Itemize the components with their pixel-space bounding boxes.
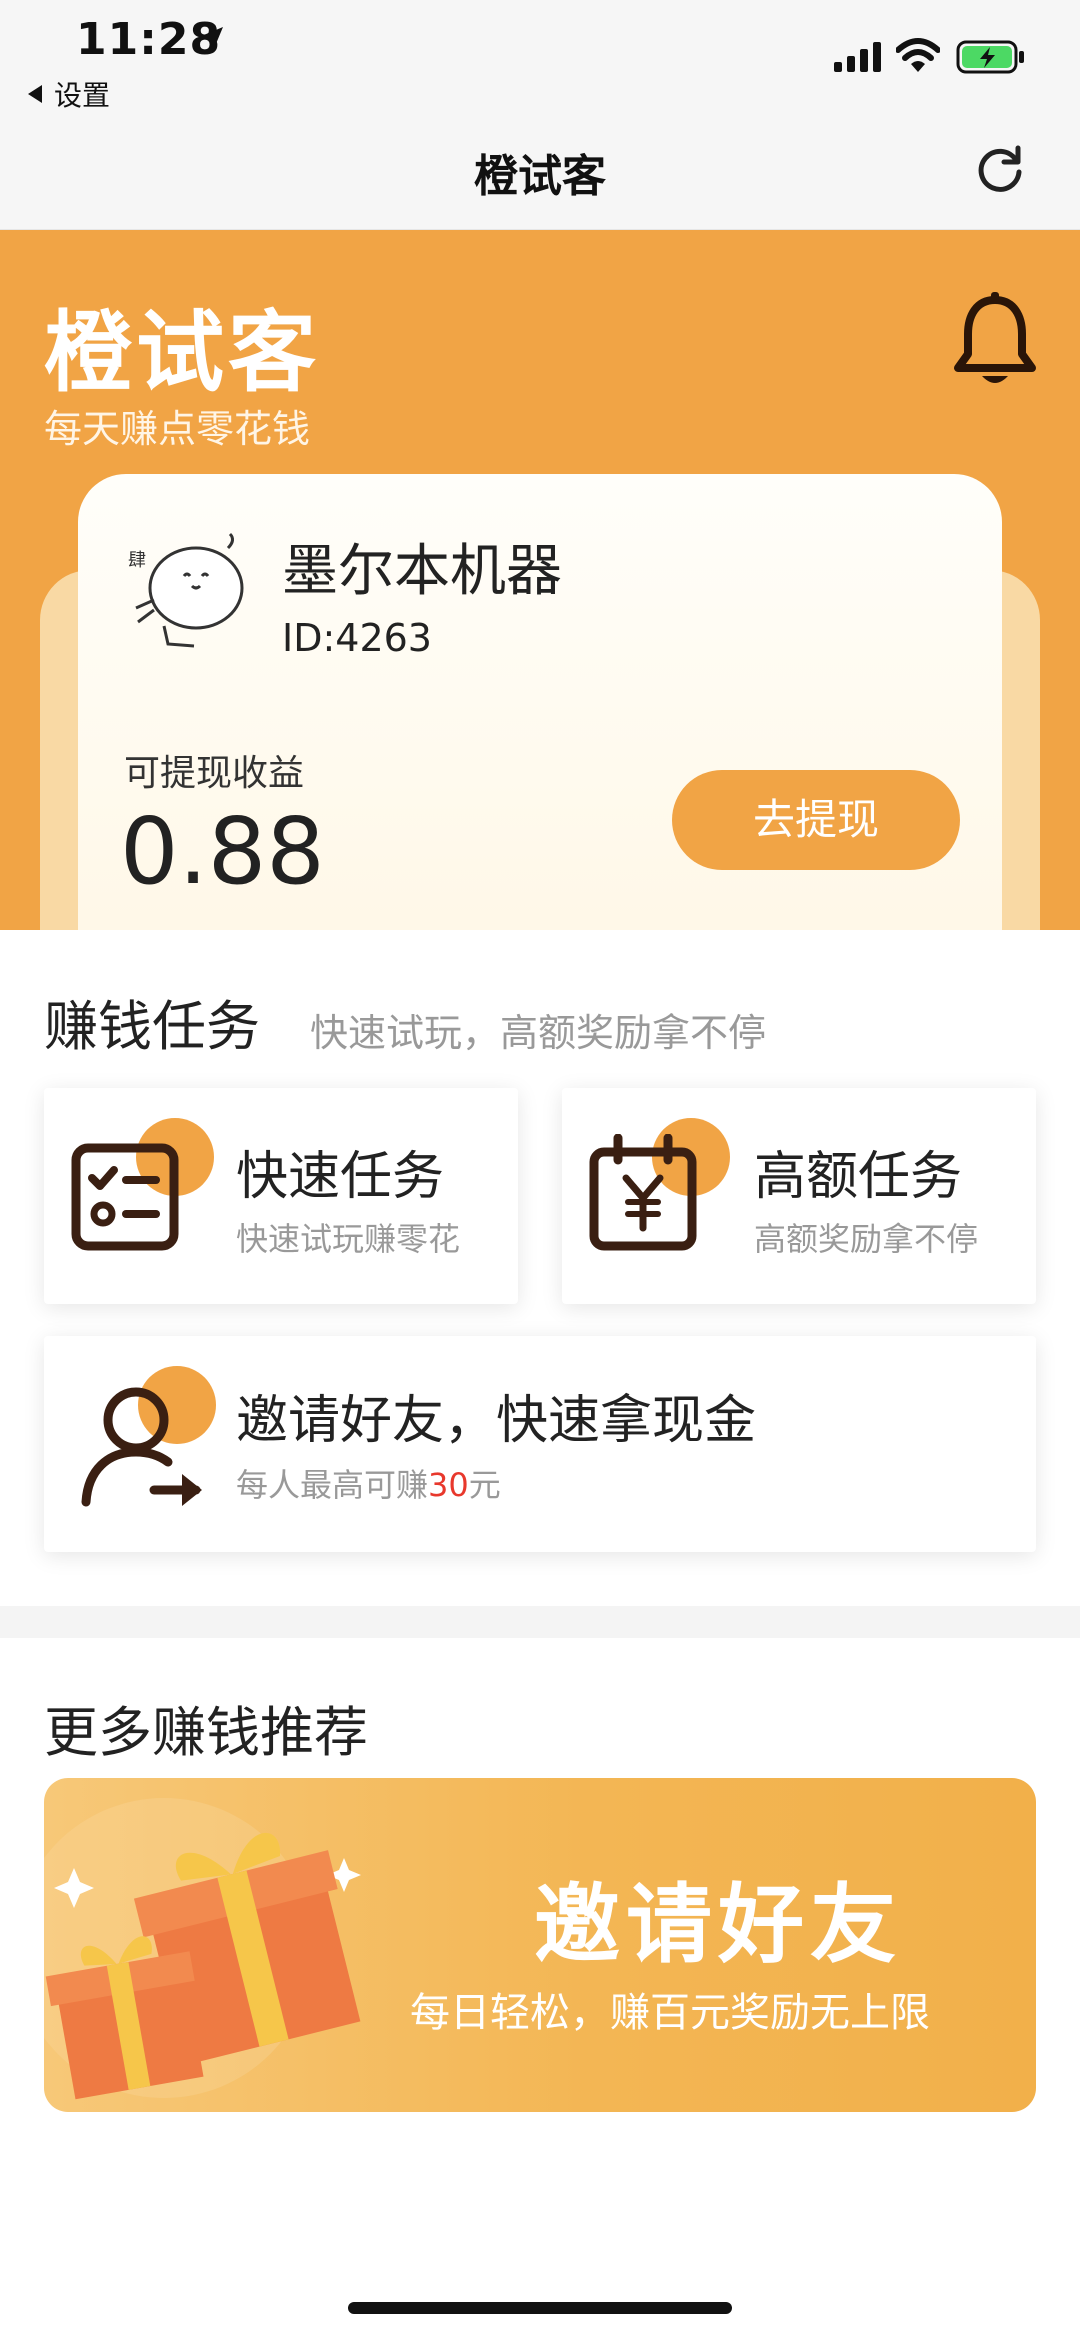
high-reward-task-subtitle: 高额奖励拿不停 (754, 1220, 979, 1258)
checklist-icon (71, 1143, 179, 1251)
back-to-app-link[interactable]: 设置 (28, 74, 110, 114)
quick-task-subtitle: 快速试玩赚零花 (236, 1220, 461, 1258)
high-reward-task-card[interactable]: 高额任务 高额奖励拿不停 (562, 1088, 1036, 1304)
gift-icon (44, 1798, 361, 2100)
wifi-icon (896, 38, 940, 72)
avatar[interactable]: 肆 (124, 526, 254, 656)
user-name: 墨尔本机器 (282, 539, 562, 604)
invite-title: 邀请好友，快速拿现金 (236, 1391, 757, 1451)
invite-friends-card[interactable]: 邀请好友，快速拿现金 每人最高可赚30元 (44, 1336, 1036, 1552)
invite-amount: 30 (428, 1466, 469, 1504)
page-title: 橙试客 (474, 151, 606, 202)
tasks-section-subtitle: 快速试玩，高额奖励拿不停 (310, 1011, 767, 1055)
invite-promo-banner[interactable]: 邀请好友 每日轻松，赚百元奖励无上限 (44, 1778, 1036, 2112)
calendar-yen-icon (589, 1134, 697, 1251)
quick-task-card[interactable]: 快速任务 快速试玩赚零花 (44, 1088, 518, 1304)
battery-charging-icon (956, 40, 1024, 74)
earnings-value: 0.88 (120, 798, 325, 905)
banner-title: 邀请好友 (534, 1875, 902, 1975)
invite-subtitle: 每人最高可赚30元 (236, 1460, 501, 1506)
back-app-label: 设置 (54, 79, 111, 112)
refresh-icon[interactable] (972, 142, 1028, 198)
section-divider (0, 1606, 1080, 1638)
svg-text:肆: 肆 (128, 550, 146, 571)
home-indicator[interactable] (348, 2302, 732, 2314)
user-id: ID:4263 (282, 616, 432, 660)
invite-subtitle-suffix: 元 (468, 1466, 501, 1504)
quick-task-title: 快速任务 (236, 1147, 445, 1207)
invite-subtitle-prefix: 每人最高可赚 (236, 1466, 429, 1504)
user-earnings-card: 肆 墨尔本机器 ID:4263 可提现收益 0.88 去提现 (78, 474, 1002, 930)
earnings-label: 可提现收益 (124, 753, 305, 794)
hero-title: 橙试客 (44, 301, 321, 404)
hero-banner: 橙试客 每天赚点零花钱 肆 墨尔本机器 ID:4263 可提现收益 0.88 去… (0, 230, 1080, 930)
more-section-title: 更多赚钱推荐 (44, 1701, 368, 1764)
add-user-icon (81, 1387, 202, 1507)
bell-icon[interactable] (950, 290, 1040, 390)
cellular-signal-icon (834, 42, 881, 72)
location-arrow-icon (199, 27, 223, 51)
withdraw-button[interactable]: 去提现 (672, 770, 960, 870)
hero-subtitle: 每天赚点零花钱 (44, 407, 311, 451)
high-reward-task-title: 高额任务 (754, 1147, 963, 1207)
banner-subtitle: 每日轻松，赚百元奖励无上限 (410, 1990, 930, 2036)
tasks-section-title: 赚钱任务 (44, 995, 260, 1058)
back-triangle-icon (28, 85, 42, 103)
top-bar: 11:28 设置 橙试客 (0, 0, 1080, 230)
